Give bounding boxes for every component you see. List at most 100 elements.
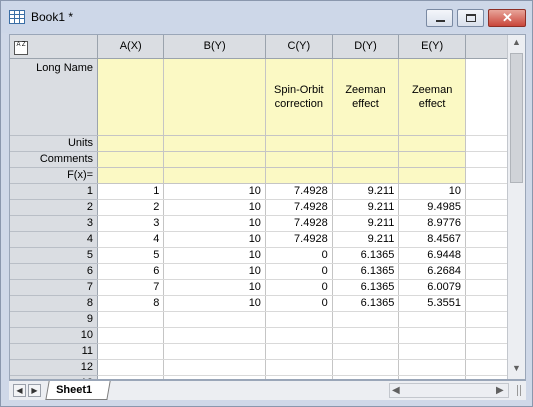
table-cell[interactable]: 4 xyxy=(97,231,165,248)
table-cell[interactable]: 6.1365 xyxy=(332,279,400,296)
row-header[interactable]: 11 xyxy=(10,343,99,360)
units-cell[interactable] xyxy=(97,135,165,152)
row-header[interactable]: 12 xyxy=(10,359,99,376)
table-cell[interactable]: 0 xyxy=(265,247,333,264)
table-cell[interactable] xyxy=(163,343,266,360)
fx-cell[interactable] xyxy=(332,167,400,184)
table-cell[interactable] xyxy=(97,327,165,344)
column-header-c[interactable]: C(Y) xyxy=(265,35,333,59)
fx-cell[interactable] xyxy=(163,167,266,184)
title-bar[interactable]: Book1 * ✕ xyxy=(1,1,532,33)
long-name-d[interactable]: Zeeman effect xyxy=(332,58,400,136)
table-cell[interactable]: 7.4928 xyxy=(265,183,333,200)
table-cell[interactable] xyxy=(265,359,333,376)
fx-cell[interactable] xyxy=(398,167,466,184)
table-cell[interactable]: 6 xyxy=(97,263,165,280)
units-cell[interactable] xyxy=(398,135,466,152)
table-cell[interactable]: 8 xyxy=(97,295,165,312)
row-header[interactable]: 7 xyxy=(10,279,99,296)
table-cell[interactable] xyxy=(332,343,400,360)
worksheet-grid[interactable]: A Z A(X) B(Y) C(Y) D(Y) E(Y) Long Name S… xyxy=(9,34,526,380)
table-cell[interactable]: 10 xyxy=(163,231,266,248)
table-cell[interactable] xyxy=(398,359,466,376)
table-cell[interactable]: 6.1365 xyxy=(332,247,400,264)
units-cell[interactable] xyxy=(265,135,333,152)
table-cell[interactable]: 9.211 xyxy=(332,231,400,248)
table-cell[interactable] xyxy=(332,311,400,328)
comments-cell[interactable] xyxy=(163,151,266,168)
table-cell[interactable] xyxy=(398,311,466,328)
scroll-down-icon[interactable]: ▼ xyxy=(512,363,521,373)
table-cell[interactable]: 0 xyxy=(265,263,333,280)
table-cell[interactable] xyxy=(163,311,266,328)
scroll-right-icon[interactable]: ▶ xyxy=(496,385,504,396)
table-cell[interactable]: 10 xyxy=(163,263,266,280)
long-name-label[interactable]: Long Name xyxy=(10,58,99,136)
corner-cell[interactable]: A Z xyxy=(10,35,99,59)
table-cell[interactable]: 5 xyxy=(97,247,165,264)
table-cell[interactable]: 10 xyxy=(163,199,266,216)
table-cell[interactable]: 7.4928 xyxy=(265,199,333,216)
row-header[interactable]: 8 xyxy=(10,295,99,312)
close-button[interactable]: ✕ xyxy=(488,9,526,27)
table-cell[interactable]: 9.211 xyxy=(332,215,400,232)
row-header[interactable]: 4 xyxy=(10,231,99,248)
vertical-scrollbar[interactable]: ▲ ▼ xyxy=(507,35,525,379)
table-cell[interactable]: 6.1365 xyxy=(332,295,400,312)
column-header-d[interactable]: D(Y) xyxy=(332,35,400,59)
table-cell[interactable] xyxy=(97,311,165,328)
sheet-tab[interactable]: Sheet1 xyxy=(45,381,111,400)
table-cell[interactable]: 8.4567 xyxy=(398,231,466,248)
long-name-e[interactable]: Zeeman effect xyxy=(398,58,466,136)
minimize-button[interactable] xyxy=(426,9,453,27)
row-header[interactable]: 1 xyxy=(10,183,99,200)
table-cell[interactable] xyxy=(265,327,333,344)
table-cell[interactable]: 6.2684 xyxy=(398,263,466,280)
resize-grip-icon[interactable] xyxy=(515,383,525,398)
long-name-b[interactable] xyxy=(163,58,266,136)
table-cell[interactable]: 2 xyxy=(97,199,165,216)
table-cell[interactable] xyxy=(163,327,266,344)
comments-cell[interactable] xyxy=(332,151,400,168)
table-cell[interactable]: 6.1365 xyxy=(332,263,400,280)
table-cell[interactable]: 7.4928 xyxy=(265,231,333,248)
table-cell[interactable]: 7 xyxy=(97,279,165,296)
comments-cell[interactable] xyxy=(97,151,165,168)
table-cell[interactable]: 0 xyxy=(265,279,333,296)
row-header[interactable]: 9 xyxy=(10,311,99,328)
fx-cell[interactable] xyxy=(265,167,333,184)
next-sheet-button[interactable]: ▶ xyxy=(28,384,41,397)
row-header[interactable]: 2 xyxy=(10,199,99,216)
long-name-c[interactable]: Spin-Orbit correction xyxy=(265,58,333,136)
table-cell[interactable]: 9.211 xyxy=(332,199,400,216)
table-cell[interactable]: 6.9448 xyxy=(398,247,466,264)
table-cell[interactable]: 10 xyxy=(163,279,266,296)
vertical-scroll-thumb[interactable] xyxy=(510,53,523,183)
table-cell[interactable]: 9.4985 xyxy=(398,199,466,216)
units-cell[interactable] xyxy=(332,135,400,152)
row-header[interactable]: 6 xyxy=(10,263,99,280)
table-cell[interactable] xyxy=(265,343,333,360)
table-cell[interactable]: 10 xyxy=(163,215,266,232)
column-header-e[interactable]: E(Y) xyxy=(398,35,466,59)
table-cell[interactable] xyxy=(332,327,400,344)
table-cell[interactable] xyxy=(97,359,165,376)
row-header[interactable]: 3 xyxy=(10,215,99,232)
units-cell[interactable] xyxy=(163,135,266,152)
maximize-button[interactable] xyxy=(457,9,484,27)
scroll-up-icon[interactable]: ▲ xyxy=(512,37,521,47)
column-header-b[interactable]: B(Y) xyxy=(163,35,266,59)
table-cell[interactable]: 10 xyxy=(398,183,466,200)
table-cell[interactable] xyxy=(163,359,266,376)
comments-label[interactable]: Comments xyxy=(10,151,99,168)
table-cell[interactable] xyxy=(265,311,333,328)
fx-label[interactable]: F(x)= xyxy=(10,167,99,184)
table-cell[interactable] xyxy=(398,327,466,344)
horizontal-scrollbar[interactable]: ◀ ▶ xyxy=(389,383,509,398)
table-cell[interactable]: 10 xyxy=(163,183,266,200)
row-header[interactable]: 5 xyxy=(10,247,99,264)
table-cell[interactable]: 3 xyxy=(97,215,165,232)
table-cell[interactable]: 10 xyxy=(163,295,266,312)
row-header[interactable]: 10 xyxy=(10,327,99,344)
scroll-left-icon[interactable]: ◀ xyxy=(392,385,400,396)
